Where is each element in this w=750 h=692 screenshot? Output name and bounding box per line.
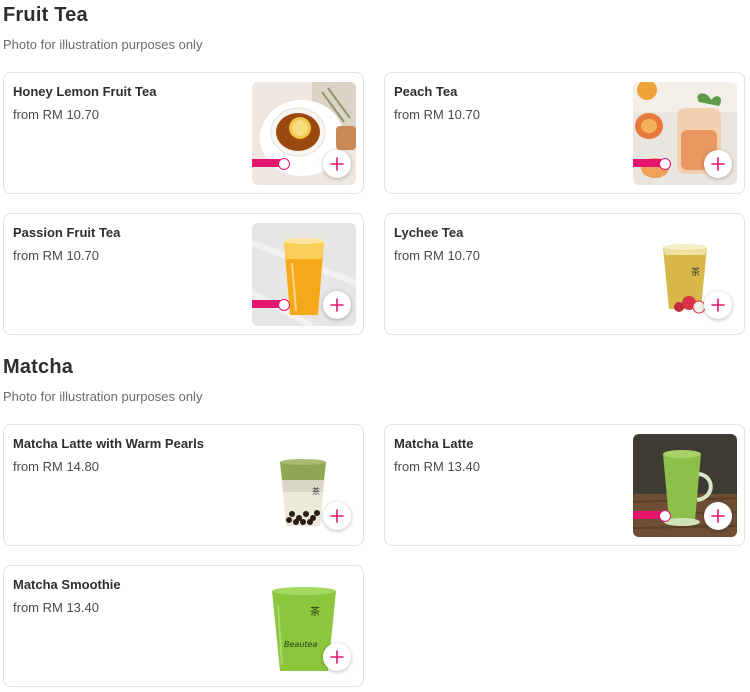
svg-text:茶: 茶 bbox=[691, 266, 700, 278]
item-name: Honey Lemon Fruit Tea bbox=[13, 84, 157, 99]
add-to-cart-button[interactable] bbox=[704, 502, 732, 530]
menu-item-lychee-tea[interactable]: Lychee Tea from RM 10.70 茶 bbox=[384, 213, 745, 335]
item-price: from RM 13.40 bbox=[394, 459, 480, 474]
add-to-cart-button[interactable] bbox=[323, 502, 351, 530]
section-title-fruit-tea: Fruit Tea bbox=[3, 4, 88, 26]
section-subtitle-matcha: Photo for illustration purposes only bbox=[3, 389, 203, 404]
item-price: from RM 10.70 bbox=[13, 248, 99, 263]
svg-text:茶: 茶 bbox=[310, 605, 320, 618]
section-subtitle-fruit-tea: Photo for illustration purposes only bbox=[3, 37, 203, 52]
plus-icon bbox=[330, 298, 344, 312]
svg-text:Beautea: Beautea bbox=[284, 640, 317, 649]
item-name: Passion Fruit Tea bbox=[13, 225, 121, 240]
menu-item-matcha-latte[interactable]: Matcha Latte from RM 13.40 bbox=[384, 424, 745, 546]
promo-badge bbox=[252, 158, 290, 170]
menu-item-matcha-smoothie[interactable]: Matcha Smoothie from RM 13.40 茶 Beautea bbox=[3, 565, 364, 687]
item-price: from RM 10.70 bbox=[394, 248, 480, 263]
add-to-cart-button[interactable] bbox=[704, 291, 732, 319]
menu-item-peach-tea[interactable]: Peach Tea from RM 10.70 bbox=[384, 72, 745, 194]
item-price: from RM 10.70 bbox=[13, 107, 99, 122]
item-price: from RM 13.40 bbox=[13, 600, 99, 615]
promo-badge bbox=[633, 510, 671, 522]
add-to-cart-button[interactable] bbox=[323, 643, 351, 671]
plus-icon bbox=[330, 157, 344, 171]
menu-item-matcha-latte-warm-pearls[interactable]: Matcha Latte with Warm Pearls from RM 14… bbox=[3, 424, 364, 546]
item-name: Lychee Tea bbox=[394, 225, 464, 240]
plus-icon bbox=[711, 157, 725, 171]
plus-icon bbox=[711, 509, 725, 523]
menu-item-honey-lemon-fruit-tea[interactable]: Honey Lemon Fruit Tea from RM 10.70 bbox=[3, 72, 364, 194]
section-title-matcha: Matcha bbox=[3, 356, 74, 378]
menu-item-passion-fruit-tea[interactable]: Passion Fruit Tea from RM 10.70 bbox=[3, 213, 364, 335]
promo-badge bbox=[252, 299, 290, 311]
plus-icon bbox=[711, 298, 725, 312]
item-price: from RM 10.70 bbox=[394, 107, 480, 122]
svg-text:茶: 茶 bbox=[312, 486, 320, 496]
add-to-cart-button[interactable] bbox=[323, 291, 351, 319]
add-to-cart-button[interactable] bbox=[704, 150, 732, 178]
promo-badge bbox=[633, 158, 671, 170]
plus-icon bbox=[330, 509, 344, 523]
item-name: Matcha Smoothie bbox=[13, 577, 121, 592]
item-name: Peach Tea bbox=[394, 84, 458, 99]
item-name: Matcha Latte with Warm Pearls bbox=[13, 436, 204, 451]
item-name: Matcha Latte bbox=[394, 436, 474, 451]
item-price: from RM 14.80 bbox=[13, 459, 99, 474]
plus-icon bbox=[330, 650, 344, 664]
add-to-cart-button[interactable] bbox=[323, 150, 351, 178]
